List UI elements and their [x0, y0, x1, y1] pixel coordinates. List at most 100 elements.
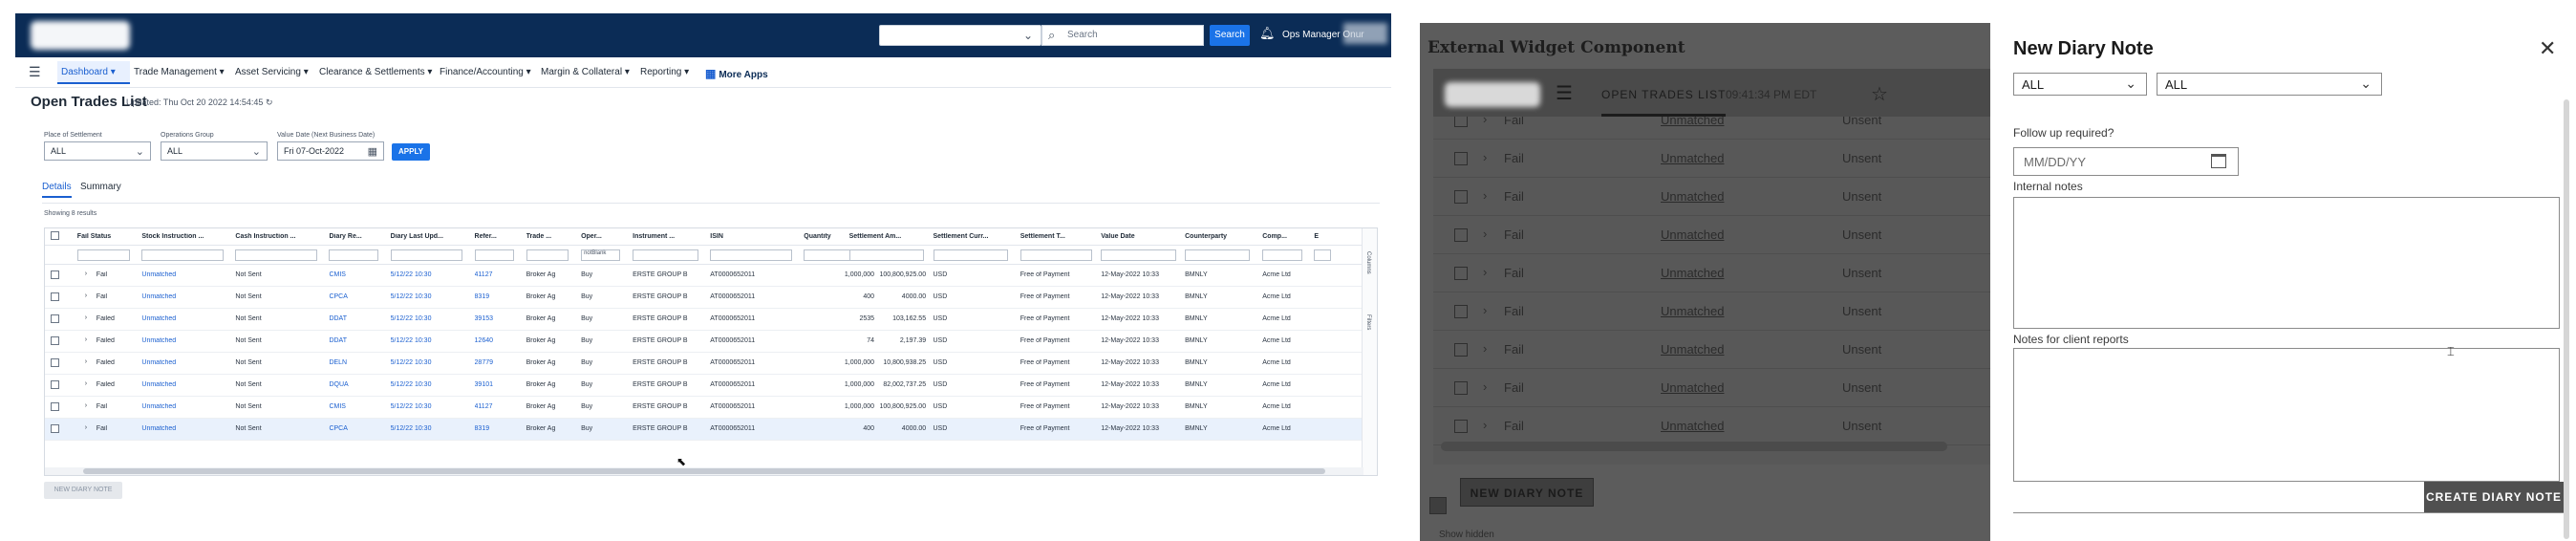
select-all-checkbox[interactable] [51, 231, 59, 240]
column-filter-input[interactable] [1101, 249, 1176, 261]
column-header[interactable]: Oper... [581, 233, 626, 240]
column-header[interactable]: Comp... [1262, 233, 1307, 240]
table-cell[interactable]: 5/12/22 10:30 [391, 315, 464, 322]
table-cell[interactable]: 41127 [475, 271, 516, 278]
company-logo[interactable] [31, 21, 130, 50]
column-filter-input[interactable] [1020, 249, 1092, 261]
table-row[interactable]: › Failed Unmatched Not Sent DDAT 5/12/22 10:3… [45, 309, 1363, 331]
column-header[interactable]: Trade ... [526, 233, 575, 240]
column-header[interactable]: Counterparty [1185, 233, 1256, 240]
match-status-link[interactable]: Unmatched [1661, 227, 1724, 242]
list-item[interactable]: › Fail Unmatched Unsent [1433, 407, 1990, 445]
row-checkbox[interactable] [51, 402, 59, 411]
table-cell[interactable]: Unmatched [141, 425, 225, 432]
column-header[interactable]: Diary Last Upd... [391, 233, 468, 240]
expand-chevron-icon[interactable]: › [85, 402, 87, 409]
expand-chevron-icon[interactable]: › [85, 314, 87, 321]
row-checkbox[interactable] [51, 336, 59, 345]
row-checkbox[interactable] [1454, 190, 1468, 204]
table-row[interactable]: › Failed Unmatched Not Sent DELN 5/12/22 10:3… [45, 353, 1363, 375]
expand-chevron-icon[interactable]: › [85, 380, 87, 387]
widget-horizontal-scrollbar[interactable] [1441, 442, 1947, 451]
table-row[interactable]: › Failed Unmatched Not Sent DDAT 5/12/22 10:3… [45, 331, 1363, 353]
list-item[interactable]: › Fail Unmatched Unsent [1433, 216, 1990, 254]
table-cell[interactable]: DELN [329, 359, 379, 366]
match-status-link[interactable]: Unmatched [1661, 380, 1724, 395]
match-status-link[interactable]: Unmatched [1661, 117, 1724, 127]
new-diary-note-button[interactable]: NEW DIARY NOTE [44, 482, 122, 499]
nav-more-apps[interactable]: ▦ More Apps [705, 67, 768, 80]
column-filter-input[interactable] [141, 249, 224, 261]
row-checkbox[interactable] [51, 358, 59, 367]
column-header[interactable]: ISIN [710, 233, 797, 240]
column-filter-input[interactable] [526, 249, 569, 261]
list-item[interactable]: › Fail Unmatched Unsent [1433, 117, 1990, 140]
nav-dashboard[interactable]: Dashboard ▾ [61, 67, 116, 77]
match-status-link[interactable]: Unmatched [1661, 304, 1724, 318]
table-cell[interactable]: DDAT [329, 337, 379, 344]
diary-category-select[interactable]: ALL ⌄ [2013, 73, 2147, 96]
table-cell[interactable]: Unmatched [141, 381, 225, 388]
list-item[interactable]: › Fail Unmatched Unsent [1433, 292, 1990, 331]
table-cell[interactable]: DDAT [329, 315, 379, 322]
nav-finance-accounting[interactable]: Finance/Accounting ▾ [440, 67, 531, 77]
user-avatar[interactable] [1343, 23, 1387, 44]
table-cell[interactable]: 5/12/22 10:30 [391, 337, 464, 344]
expand-chevron-icon[interactable]: › [85, 358, 87, 365]
table-row[interactable]: › Failed Unmatched Not Sent DQUA 5/12/22 10:3… [45, 375, 1363, 397]
table-row[interactable]: › Fail Unmatched Not Sent CMIS 5/12/22 10:30 4… [45, 397, 1363, 419]
table-cell[interactable]: CPCA [329, 293, 379, 300]
table-cell[interactable]: Unmatched [141, 359, 225, 366]
match-status-link[interactable]: Unmatched [1661, 189, 1724, 204]
drawer-scrollbar[interactable] [2564, 99, 2569, 539]
column-header[interactable]: Cash Instruction ... [235, 233, 322, 240]
apply-button[interactable]: APPLY [392, 143, 430, 161]
nav-trade-management[interactable]: Trade Management ▾ [134, 67, 225, 77]
match-status-link[interactable]: Unmatched [1661, 419, 1724, 433]
table-cell[interactable]: Unmatched [141, 293, 225, 300]
widget-small-button[interactable] [1429, 497, 1447, 514]
column-filter-input[interactable] [710, 249, 792, 261]
row-checkbox[interactable] [1454, 228, 1468, 242]
column-filter-input[interactable] [633, 249, 698, 261]
list-item[interactable]: › Fail Unmatched Unsent [1433, 369, 1990, 407]
table-cell[interactable]: 39153 [475, 315, 516, 322]
refresh-icon[interactable]: ↻ [266, 97, 273, 107]
column-filter-input[interactable] [1262, 249, 1302, 261]
expand-chevron-icon[interactable]: › [85, 270, 87, 277]
close-icon[interactable]: ✕ [2539, 36, 2556, 61]
grid-horizontal-scrollbar[interactable] [45, 467, 1363, 475]
search-scope-select[interactable]: ⌄ [879, 25, 1041, 46]
row-checkbox[interactable] [1454, 305, 1468, 318]
table-row[interactable]: › Fail Unmatched Not Sent CMIS 5/12/22 10:30 4… [45, 265, 1363, 287]
client-notes-textarea[interactable] [2013, 348, 2560, 482]
column-header[interactable]: Diary Re... [329, 233, 383, 240]
widget-new-diary-note-button[interactable]: NEW DIARY NOTE [1460, 478, 1594, 507]
nav-asset-servicing[interactable]: Asset Servicing ▾ [235, 67, 309, 77]
table-cell[interactable]: CMIS [329, 403, 379, 410]
column-header[interactable]: Settlement Am... [849, 233, 931, 240]
columns-panel-toggle[interactable]: Columns [1365, 251, 1371, 274]
list-item[interactable]: › Fail Unmatched Unsent [1433, 140, 1990, 178]
column-filter-input[interactable] [235, 249, 317, 261]
chevron-right-icon[interactable]: › [1483, 379, 1487, 394]
diary-type-select[interactable]: ALL ⌄ [2157, 73, 2382, 96]
match-status-link[interactable]: Unmatched [1661, 342, 1724, 357]
column-header[interactable]: Settlement Curr... [934, 233, 1015, 240]
bell-icon[interactable]: 🔔︎ [1259, 26, 1276, 41]
calendar-icon[interactable] [2211, 154, 2226, 168]
row-checkbox[interactable] [51, 380, 59, 389]
chevron-right-icon[interactable]: › [1483, 341, 1487, 356]
filters-panel-toggle[interactable]: Filters [1365, 314, 1371, 330]
nav-clearance-settlements[interactable]: Clearance & Settlements ▾ [319, 67, 432, 77]
table-cell[interactable]: Unmatched [141, 271, 225, 278]
match-status-link[interactable]: Unmatched [1661, 266, 1724, 280]
table-cell[interactable]: 28779 [475, 359, 516, 366]
column-filter-input[interactable] [329, 249, 378, 261]
column-filter-input[interactable] [848, 249, 925, 261]
search-input[interactable]: ⌕ Search [1041, 25, 1204, 46]
search-button[interactable]: Search [1210, 25, 1250, 46]
table-cell[interactable]: Unmatched [141, 403, 225, 410]
follow-up-date-input[interactable]: MM/DD/YY [2013, 147, 2239, 176]
table-cell[interactable]: 8319 [475, 293, 516, 300]
